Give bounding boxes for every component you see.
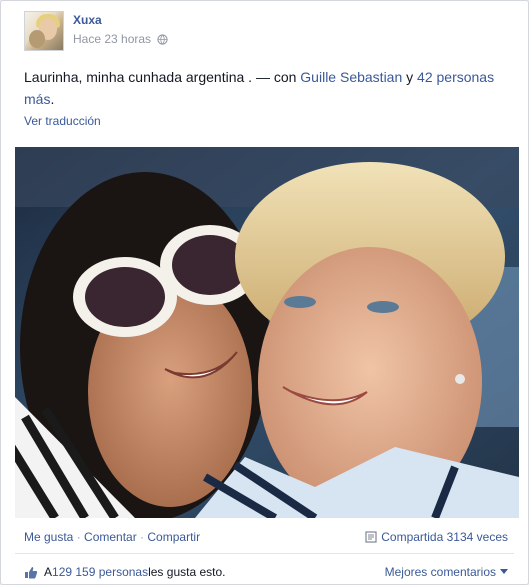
likes-prefix: A: [44, 565, 53, 579]
likes-sentence: A 129 159 personas les gusta esto.: [24, 565, 225, 579]
post-text-main: Laurinha, minha cunhada argentina . — co…: [24, 69, 301, 85]
post-photo[interactable]: [15, 147, 519, 518]
avatar-dog: [29, 30, 45, 48]
shares-count[interactable]: Compartida 3134 veces: [365, 530, 508, 544]
story-meta: Xuxa Hace 23 horas: [73, 13, 168, 51]
share-icon: [365, 531, 377, 543]
photo-illustration: [15, 147, 519, 518]
author-avatar[interactable]: [24, 11, 64, 51]
share-action[interactable]: Compartir: [147, 530, 200, 544]
tagged-person-link[interactable]: Guille Sebastian: [300, 69, 402, 85]
comments-sort-label: Mejores comentarios: [384, 565, 496, 579]
thumbs-up-icon: [25, 566, 38, 578]
post-text-end: .: [50, 91, 55, 107]
caret-down-icon: [500, 569, 508, 574]
comments-sort-dropdown[interactable]: Mejores comentarios: [385, 565, 508, 579]
post-text-and: y: [402, 69, 418, 85]
see-translation-link[interactable]: Ver traducción: [24, 114, 101, 128]
story-header: Xuxa Hace 23 horas: [24, 11, 168, 51]
section-divider: [15, 553, 514, 554]
feed-story: Xuxa Hace 23 horas Laurinha, minha cunha…: [0, 0, 529, 585]
like-action[interactable]: Me gusta: [24, 530, 73, 544]
action-separator: ·: [136, 530, 148, 544]
comment-action[interactable]: Comentar: [84, 530, 137, 544]
timestamp-row: Hace 23 horas: [73, 32, 168, 46]
post-message: Laurinha, minha cunhada argentina . — co…: [24, 66, 514, 110]
action-separator: ·: [73, 530, 85, 544]
likes-people-link[interactable]: 129 159 personas: [52, 565, 148, 579]
author-name[interactable]: Xuxa: [73, 13, 168, 27]
likes-suffix: les gusta esto.: [148, 565, 226, 579]
globe-icon[interactable]: [157, 33, 168, 45]
shares-count-label: Compartida 3134 veces: [381, 530, 508, 544]
story-actions: Me gusta · Comentar · Compartir: [24, 530, 200, 544]
timestamp[interactable]: Hace 23 horas: [73, 32, 151, 46]
